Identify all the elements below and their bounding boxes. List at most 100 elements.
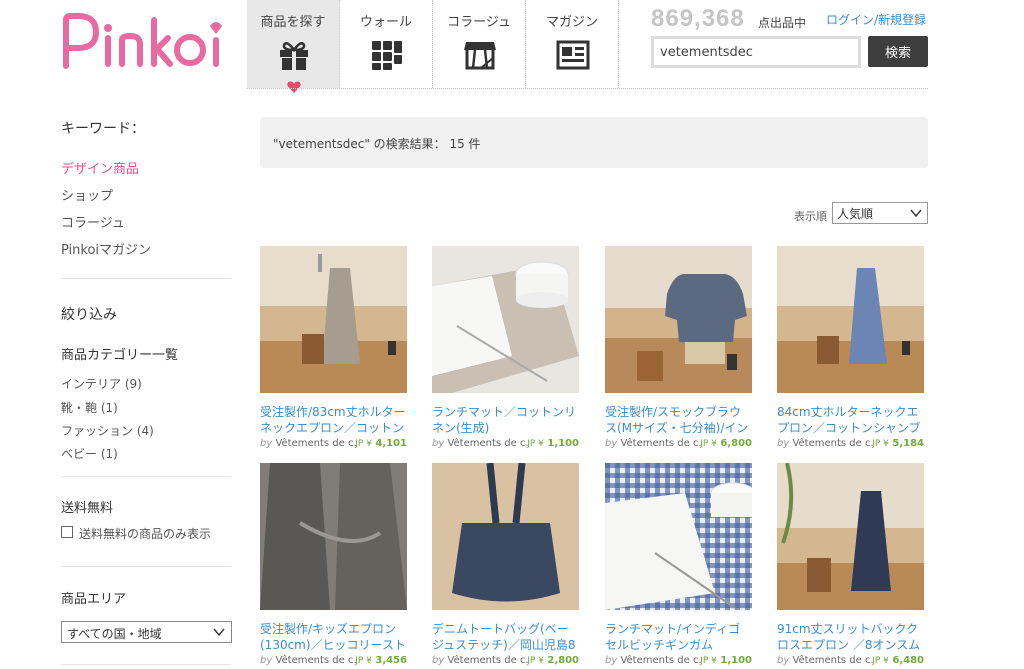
sort-select[interactable]: 人気順 [832, 202, 928, 224]
tab-collage[interactable]: コラージュ [433, 0, 526, 88]
by-label: by [260, 438, 273, 449]
shop-link[interactable]: Vêtements de c. [275, 655, 356, 666]
free-shipping-label: 送料無料の商品のみ表示 [79, 527, 212, 541]
product-card[interactable]: ランチマット／コットンリネン(生成) by Vêtements de c. JP… [432, 246, 579, 452]
product-card[interactable]: 84cm丈ホルターネックエプロン／コットンシャンブ by Vêtements d… [777, 246, 924, 452]
category-item-baby[interactable]: ベビー (1) [61, 445, 118, 462]
sidebar-link-design-products[interactable]: デザイン商品 [61, 158, 139, 177]
product-card[interactable]: ランチマット/インディゴセルビッチギンガム(10mm角) by Vêtement… [605, 463, 752, 669]
category-heading: 商品カテゴリー一覧 [61, 348, 179, 363]
price-value: 5,184 [892, 438, 924, 449]
product-meta: by Vêtements de c. JP ¥ 6,480 [777, 655, 924, 669]
product-image[interactable] [605, 463, 752, 610]
shop-link[interactable]: Vêtements de c. [792, 655, 873, 666]
category-item-fashion[interactable]: ファッション (4) [61, 422, 154, 439]
category-name: ベビー [61, 447, 98, 461]
product-title[interactable]: 84cm丈ホルターネックエプロン／コットンシャンブ [777, 404, 924, 436]
price-currency: JP ¥ [872, 656, 889, 666]
free-shipping-filter[interactable]: 送料無料の商品のみ表示 [61, 525, 231, 541]
search-input[interactable] [651, 36, 861, 68]
product-card[interactable]: 91cm丈スリットバッククロスエプロン ／8オンスム by Vêtements … [777, 463, 924, 669]
product-card[interactable]: 受注製作/スモックブラウス(Mサイズ・七分袖)/イン by Vêtements … [605, 246, 752, 452]
price-value: 2,800 [547, 655, 579, 666]
free-shipping-checkbox[interactable] [61, 526, 73, 538]
product-card[interactable]: 受注製作/83cm丈ホルターネックエプロン／コットン by Vêtements … [260, 246, 407, 452]
category-count: (1) [100, 401, 118, 415]
shop-link[interactable]: Vêtements de c. [792, 438, 873, 449]
product-meta: by Vêtements de c. JP ¥ 4,101 [260, 438, 407, 452]
product-card[interactable]: デニムトートバッグ(ベージュステッチ)／岡山児島8 by Vêtements d… [432, 463, 579, 669]
sidebar-divider [61, 476, 231, 477]
search-button[interactable]: 検索 [868, 36, 928, 67]
pinkoi-logo[interactable] [60, 12, 230, 72]
price-currency: JP ¥ [355, 656, 372, 666]
product-price: JP ¥ 1,100 [527, 438, 579, 449]
product-meta: by Vêtements de c. JP ¥ 5,184 [777, 438, 924, 452]
tab-wall[interactable]: ウォール [340, 0, 433, 88]
shop-link[interactable]: Vêtements de c. [447, 438, 528, 449]
tab-label: マガジン [545, 15, 598, 30]
product-title[interactable]: 91cm丈スリットバッククロスエプロン ／8オンスム [777, 621, 924, 653]
product-price: JP ¥ 5,184 [872, 438, 924, 449]
category-item-shoes-bags[interactable]: 靴・鞄 (1) [61, 399, 118, 416]
product-title[interactable]: 受注製作/スモックブラウス(Mサイズ・七分袖)/イン [605, 404, 752, 436]
price-currency: JP ¥ [527, 439, 544, 449]
price-value: 6,800 [720, 438, 752, 449]
magazine-icon [556, 40, 590, 70]
product-image[interactable] [605, 246, 752, 393]
tab-search-products[interactable]: 商品を探す [247, 0, 340, 93]
by-label: by [777, 655, 790, 666]
sidebar-divider [61, 566, 231, 567]
by-label: by [432, 438, 445, 449]
by-label: by [605, 655, 618, 666]
price-value: 1,100 [547, 438, 579, 449]
chevron-down-icon [213, 628, 225, 637]
product-meta: by Vêtements de c. JP ¥ 1,100 [605, 655, 752, 669]
tab-label: ウォール [359, 15, 412, 30]
category-name: インテリア [61, 377, 122, 391]
keyword-heading: キーワード： [61, 121, 145, 137]
grid-icon [372, 41, 402, 70]
product-image[interactable] [260, 463, 407, 610]
category-count: (4) [136, 424, 154, 438]
collage-icon [464, 42, 496, 70]
product-title[interactable]: ランチマット／コットンリネン(生成) [432, 404, 579, 436]
shop-link[interactable]: Vêtements de c. [447, 655, 528, 666]
product-image[interactable] [260, 246, 407, 393]
product-title[interactable]: ランチマット/インディゴセルビッチギンガム(10mm角) [605, 621, 752, 653]
tab-magazine[interactable]: マガジン [526, 0, 619, 88]
price-currency: JP ¥ [872, 439, 889, 449]
product-title[interactable]: 受注製作/83cm丈ホルターネックエプロン／コットン [260, 404, 407, 436]
category-item-interior[interactable]: インテリア (9) [61, 375, 142, 392]
product-meta: by Vêtements de c. JP ¥ 6,800 [605, 438, 752, 452]
category-name: 靴・鞄 [61, 401, 98, 415]
product-price: JP ¥ 1,100 [700, 655, 752, 666]
product-price: JP ¥ 3,456 [355, 655, 407, 666]
area-select-value: すべての国・地域 [67, 627, 162, 641]
product-title[interactable]: デニムトートバッグ(ベージュステッチ)／岡山児島8 [432, 621, 579, 653]
product-image[interactable] [777, 246, 924, 393]
chevron-down-icon [910, 209, 922, 218]
shop-link[interactable]: Vêtements de c. [620, 438, 701, 449]
product-image[interactable] [432, 246, 579, 393]
shop-link[interactable]: Vêtements de c. [620, 655, 701, 666]
product-price: JP ¥ 4,101 [355, 438, 407, 449]
product-image[interactable] [432, 463, 579, 610]
sidebar-link-collage[interactable]: コラージュ [61, 212, 125, 231]
product-card[interactable]: 受注製作/キッズエプロン(130cm)／ヒッコリースト by Vêtements… [260, 463, 407, 669]
price-value: 1,100 [720, 655, 752, 666]
price-value: 3,456 [375, 655, 407, 666]
by-label: by [605, 438, 618, 449]
search-result-summary: "vetementsdec" の検索結果： 15 件 [260, 117, 928, 168]
site-header: 商品を探す ウォール コラージュ マガジン 869,368 点出品中 ログイン/… [0, 0, 1024, 93]
area-select[interactable]: すべての国・地域 [61, 621, 232, 643]
product-count-suffix: 点出品中 [758, 16, 807, 30]
product-image[interactable] [777, 463, 924, 610]
login-link[interactable]: ログイン/新規登録 [826, 11, 926, 28]
sidebar-link-magazine[interactable]: Pinkoiマガジン [61, 239, 151, 258]
category-count: (9) [124, 377, 142, 391]
price-currency: JP ¥ [700, 439, 717, 449]
product-title[interactable]: 受注製作/キッズエプロン(130cm)／ヒッコリースト [260, 621, 407, 653]
sidebar-link-shop[interactable]: ショップ [61, 185, 113, 204]
shop-link[interactable]: Vêtements de c. [275, 438, 356, 449]
